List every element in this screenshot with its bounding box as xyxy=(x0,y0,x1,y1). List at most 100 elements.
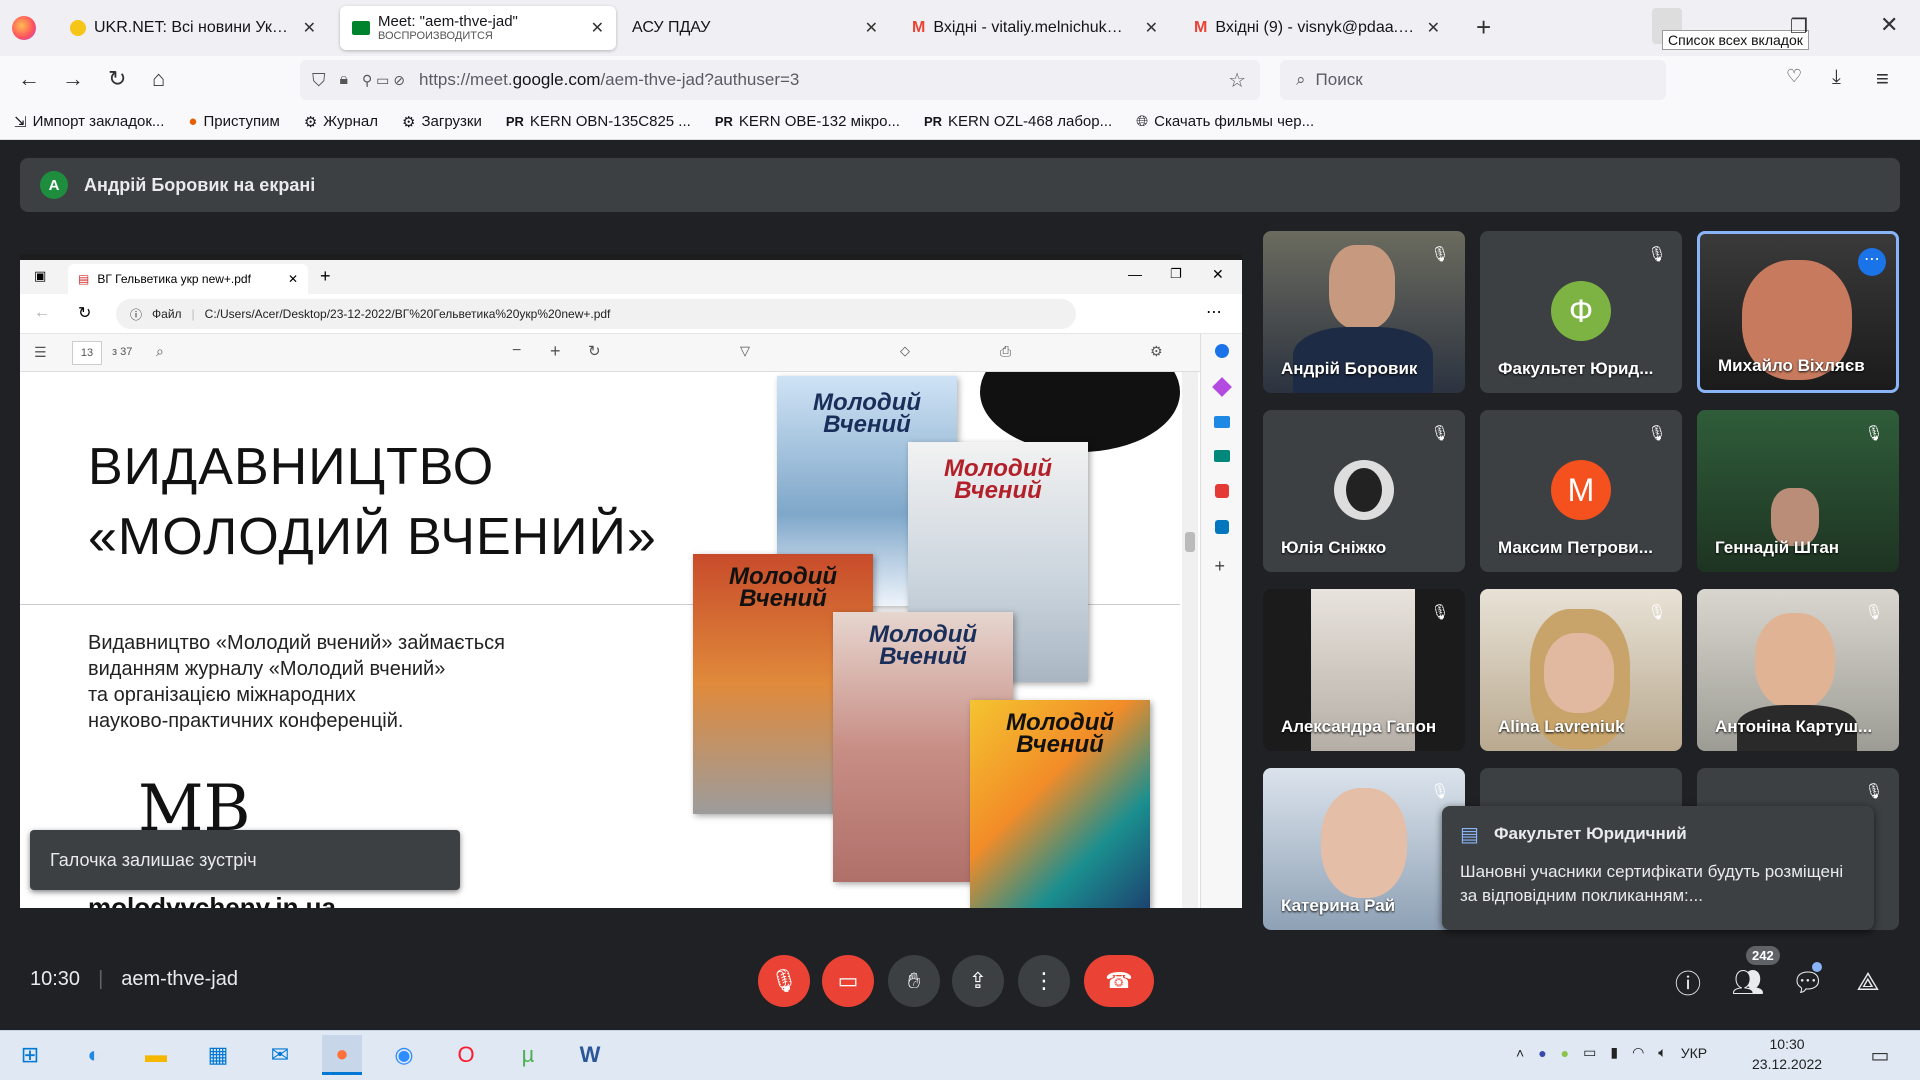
tab-asu-pdau[interactable]: АСУ ПДАУ ✕ xyxy=(620,6,890,50)
raise-hand-button[interactable]: ✋︎ xyxy=(888,955,940,1007)
menu-hamburger-icon[interactable]: ≡ xyxy=(1876,66,1889,92)
clock[interactable]: 10:30 23.12.2022 xyxy=(1752,1034,1822,1074)
website-link: molodyvcheny.in.ua xyxy=(88,892,337,908)
mail-icon[interactable]: ✉ xyxy=(260,1035,300,1075)
downloads-icon[interactable]: ⤓ xyxy=(1832,66,1841,89)
close-tab-icon[interactable]: ✕ xyxy=(591,18,604,38)
more-options-icon[interactable]: ⋯ xyxy=(1858,248,1886,276)
present-button[interactable]: ⇪ xyxy=(952,955,1004,1007)
tab-meet[interactable]: Meet: "aem-thve-jad" ВОСПРОИЗВОДИТСЯ ✕ xyxy=(340,6,616,50)
edge-tab-strip: ▣ ▤ ВГ Гельветика укр new+.pdf ✕ + — ❐ ✕ xyxy=(20,260,1242,294)
bookmark-getting-started[interactable]: ● Приступим xyxy=(188,113,279,130)
participant-tile[interactable]: 🎙︎ Alina Lavreniuk xyxy=(1480,589,1682,751)
notifications-icon[interactable]: ▭ xyxy=(1860,1035,1900,1075)
meet-now-icon[interactable]: ▭ xyxy=(1583,1044,1596,1061)
page-body: Видавництво «Молодий вчений» займається … xyxy=(88,632,505,732)
bookmark-films[interactable]: 🌐︎ Скачать фильмы чер... xyxy=(1136,113,1314,130)
hand-icon: ✋︎ xyxy=(907,968,921,993)
restore-window-icon[interactable]: ❐ xyxy=(1790,14,1808,39)
camera-off-button[interactable]: ▭ xyxy=(822,955,874,1007)
pdf-page: ВИДАВНИЦТВО «МОЛОДИЙ ВЧЕНИЙ» Видавництво… xyxy=(20,372,1180,908)
avatar: A xyxy=(40,171,68,199)
permissions-icon[interactable]: ⚲ ▭ ⊘ xyxy=(362,72,405,89)
participant-tile[interactable]: 🎙︎ Геннадій Штан xyxy=(1697,410,1899,572)
close-tab-icon[interactable]: ✕ xyxy=(865,18,878,38)
firefox-taskbar-icon[interactable]: ● xyxy=(322,1035,362,1075)
gear-icon: ⚙ xyxy=(303,113,318,131)
participant-tile[interactable]: 🎙︎ Юлія Сніжко xyxy=(1263,410,1465,572)
meeting-info-button[interactable]: ⓘ xyxy=(1668,962,1708,1002)
activities-button[interactable]: ⟁ xyxy=(1848,962,1888,1002)
activities-icon: ⟁ xyxy=(1856,966,1880,996)
close-tab-icon[interactable]: ✕ xyxy=(1427,18,1440,38)
bookmark-star-icon[interactable]: ☆ xyxy=(1228,68,1246,93)
mic-off-icon: 🎙︎ xyxy=(1647,604,1667,621)
app-tray-icon[interactable]: ● xyxy=(1538,1045,1546,1061)
mic-off-button[interactable]: 🎙︎ xyxy=(758,955,810,1007)
chat-button[interactable]: 💬︎ xyxy=(1788,962,1828,1002)
page-headline: ВИДАВНИЦТВО «МОЛОДИЙ ВЧЕНИЙ» xyxy=(88,438,657,566)
wifi-icon[interactable]: ◠ xyxy=(1632,1044,1644,1061)
word-icon[interactable]: W xyxy=(570,1035,610,1075)
draw-icon: ▽ xyxy=(740,343,750,358)
rotate-icon: ↻ xyxy=(588,343,601,360)
leave-call-button[interactable]: ☎ xyxy=(1084,955,1154,1007)
store-icon[interactable]: ▦ xyxy=(198,1035,238,1075)
zoom-icon[interactable]: ◉ xyxy=(384,1035,424,1075)
tab-gmail-vitaliy[interactable]: M Вхідні - vitaliy.melnichuk@pdaa.e ✕ xyxy=(900,6,1170,50)
tooltip: Список всех вкладок xyxy=(1662,30,1809,50)
import-icon: ⇲ xyxy=(14,113,27,131)
forward-arrow-icon[interactable]: → xyxy=(62,66,84,92)
close-tab-icon[interactable]: ✕ xyxy=(303,18,316,38)
lock-icon[interactable]: 🔒︎ xyxy=(340,71,349,89)
bookmark-history[interactable]: ⚙ Журнал xyxy=(304,113,378,131)
opera-icon[interactable]: O xyxy=(446,1035,486,1075)
chat-notification[interactable]: ▤ Факультет Юридичний Шановні учасники с… xyxy=(1442,806,1874,930)
gear-icon: ⚙ xyxy=(1150,343,1163,359)
tab-ukrnet[interactable]: UKR.NET: Всі новини України, ос ✕ xyxy=(58,6,328,50)
participant-tile-active-speaker[interactable]: ⋯ Михайло Віхляєв xyxy=(1697,231,1899,393)
pocket-icon[interactable]: ♡ xyxy=(1786,66,1802,87)
chevron-up-icon[interactable]: ˄ xyxy=(1516,1045,1524,1061)
tab-actions-icon: ▣ xyxy=(34,268,47,283)
bookmark-kern-2[interactable]: PR KERN OBE-132 мікро... xyxy=(715,113,900,130)
search-input[interactable]: ⌕ Поиск xyxy=(1280,60,1666,100)
participant-tile[interactable]: 🎙︎ Андрій Боровик xyxy=(1263,231,1465,393)
search-icon: ⌕ xyxy=(156,343,164,359)
participant-tile[interactable]: 🎙︎ Антоніна Картуш... xyxy=(1697,589,1899,751)
search-icon: ⌕ xyxy=(1296,70,1306,89)
close-tab-icon[interactable]: ✕ xyxy=(1145,18,1158,38)
gear-icon: ⚙ xyxy=(402,113,416,131)
bookmark-kern-1[interactable]: PR KERN OBN-135C825 ... xyxy=(506,113,691,130)
start-windows-icon[interactable]: ⊞ xyxy=(10,1035,50,1075)
participant-tile[interactable]: М 🎙︎ Максим Петрови... xyxy=(1480,410,1682,572)
tab-gmail-visnyk[interactable]: M Вхідні (9) - visnyk@pdaa.edu.ua ✕ xyxy=(1182,6,1452,50)
info-icon: ⓘ xyxy=(1674,968,1701,999)
bookmark-import[interactable]: ⇲ Импорт закладок... xyxy=(14,113,164,131)
back-arrow-icon[interactable]: ← xyxy=(18,66,40,92)
shield-icon[interactable]: ⛉ xyxy=(312,70,326,91)
firefox-menu-icon[interactable] xyxy=(12,16,36,40)
reload-icon[interactable]: ↻ xyxy=(108,66,126,92)
bookmark-downloads[interactable]: ⚙ Загрузки xyxy=(402,113,482,131)
close-window-icon[interactable]: ✕ xyxy=(1880,12,1898,38)
home-icon[interactable]: ⌂ xyxy=(152,66,165,92)
language-indicator[interactable]: УКР xyxy=(1681,1045,1707,1061)
participant-tile[interactable]: 🎙︎ Александра Гапон xyxy=(1263,589,1465,751)
participants-button[interactable]: 👥︎ xyxy=(1728,962,1768,1002)
bookmark-kern-3[interactable]: PR KERN OZL-468 лабор... xyxy=(924,113,1112,130)
edge-sidebar: + xyxy=(1200,334,1242,908)
utorrent-icon[interactable]: µ xyxy=(508,1035,548,1075)
url-bar[interactable]: ⛉ 🔒︎ ⚲ ▭ ⊘ https://meet.google.com/aem-t… xyxy=(300,60,1260,100)
participant-tile[interactable]: Ф 🎙︎ Факультет Юрид... xyxy=(1480,231,1682,393)
volume-muted-icon[interactable]: 🔈︎ xyxy=(1658,1044,1666,1061)
new-tab-plus-icon[interactable]: + xyxy=(1476,12,1491,43)
edge-icon[interactable]: ◐ xyxy=(74,1035,114,1075)
participant-tile[interactable]: 🎙︎ Катерина Рай xyxy=(1263,768,1465,930)
app-tray-icon[interactable]: ● xyxy=(1561,1045,1569,1061)
more-options-button[interactable]: ⋮ xyxy=(1018,955,1070,1007)
battery-icon[interactable]: ▮ xyxy=(1610,1044,1618,1061)
present-screen-icon: ⇪ xyxy=(968,968,988,993)
file-explorer-icon[interactable]: ▬ xyxy=(136,1035,176,1075)
print-icon: ⎙ xyxy=(1000,343,1012,359)
